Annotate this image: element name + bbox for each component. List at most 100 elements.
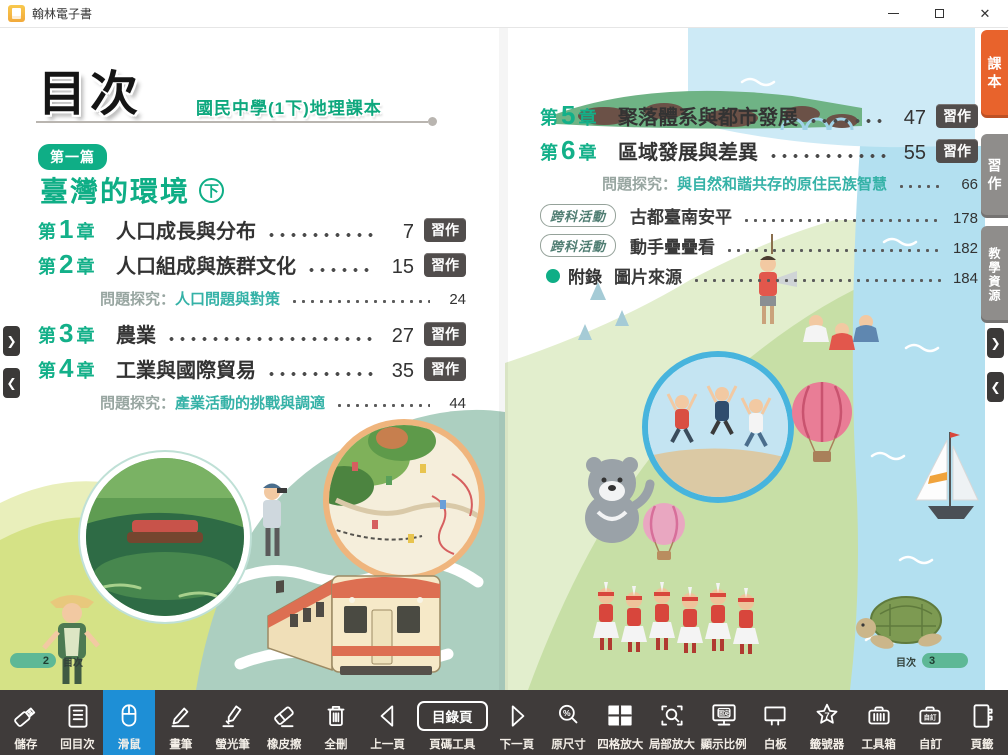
window-controls: ✕ [870, 0, 1008, 28]
toc-entry-chapter-4[interactable]: 第4章 工業與國際貿易 35 習作 [38, 353, 466, 384]
zoom-percent-icon: % [554, 697, 584, 735]
tool-prev-page[interactable]: 上一頁 [362, 690, 414, 755]
tab-workbook[interactable]: 習作 [981, 134, 1008, 218]
tab-teaching-resources[interactable]: 教學資源 [981, 226, 1008, 323]
toc-entry-chapter-5[interactable]: 第5章 聚落體系與都市發展 47 習作 [540, 100, 978, 131]
leader-dots [166, 337, 374, 341]
workbook-badge[interactable]: 習作 [424, 253, 466, 277]
tool-back-to-toc[interactable]: 回目次 [52, 690, 104, 755]
leader-dots [808, 119, 886, 123]
usb-save-icon [11, 697, 41, 735]
page-tab-icon [967, 697, 997, 735]
custom-box-icon: 自訂 [915, 697, 945, 735]
page-number: 35 [382, 360, 414, 383]
whiteboard-icon [760, 697, 790, 735]
leader-dots [306, 268, 374, 272]
toc-entry-inquiry[interactable]: 問題探究： 人口問題與對策 24 [38, 288, 466, 309]
inquiry-label: 問題探究： [100, 392, 175, 413]
app-logo-icon [8, 5, 25, 22]
tool-toolbox[interactable]: 工具箱 [853, 690, 905, 755]
title-divider-dot [428, 117, 437, 126]
tool-save[interactable]: 儲存 [0, 690, 52, 755]
leader-dots [742, 219, 942, 222]
window-title: 翰林電子書 [32, 5, 92, 22]
page-number: 15 [382, 256, 414, 279]
tab-coursebook[interactable]: 課本 [981, 30, 1008, 118]
toc-entry-inquiry[interactable]: 問題探究： 與自然和諧共存的原住民族智慧 66 [540, 173, 978, 194]
workbook-badge[interactable]: 習作 [424, 218, 466, 242]
trash-icon [321, 697, 351, 735]
left-page-indicator-label: 目次 [63, 654, 83, 669]
quad-zoom-icon [605, 697, 635, 735]
tool-mouse[interactable]: 滑鼠 [103, 690, 155, 755]
jump-photo-circle [645, 354, 791, 500]
toc-entry-chapter-2[interactable]: 第2章 人口組成與族群文化 15 習作 [38, 249, 466, 280]
minimize-icon[interactable] [870, 0, 916, 28]
left-edge-forward-arrow[interactable]: ❯ [3, 326, 20, 356]
tool-original-size[interactable]: % 原尺寸 [543, 690, 595, 755]
close-icon[interactable]: ✕ [962, 0, 1008, 28]
leader-dots [335, 404, 430, 407]
tool-quad-zoom[interactable]: 四格放大 [594, 690, 646, 755]
right-edge-back-arrow[interactable]: ❮ [987, 372, 1004, 402]
highlighter-icon [218, 697, 248, 735]
tool-page-number[interactable]: 目錄頁 頁碼工具 [414, 690, 492, 755]
page-number: 24 [438, 291, 466, 308]
tool-whiteboard[interactable]: 白板 [749, 690, 801, 755]
eraser-icon [269, 697, 299, 735]
tool-display-scale[interactable]: 固定 顯示比例 [698, 690, 750, 755]
prev-triangle-icon [373, 697, 403, 735]
part-badge: 第一篇 [38, 144, 107, 170]
page-number: 44 [438, 395, 466, 412]
workbook-badge[interactable]: 習作 [424, 357, 466, 381]
page-number: 182 [950, 240, 978, 257]
toc-entry-inquiry[interactable]: 問題探究： 產業活動的挑戰與調適 44 [38, 392, 466, 413]
tool-delete-all[interactable]: 全刪 [310, 690, 362, 755]
chapter-title: 區域發展與差異 [618, 136, 758, 165]
inquiry-label: 問題探究： [100, 288, 175, 309]
right-edge-forward-arrow[interactable]: ❯ [987, 328, 1004, 358]
tool-number-picker[interactable]: 7 籤號器 [801, 690, 853, 755]
leader-dots [725, 249, 942, 252]
mouse-icon [114, 697, 144, 735]
title-divider [36, 121, 428, 123]
page-number: 7 [382, 221, 414, 244]
chapter-title: 人口組成與族群文化 [116, 250, 296, 279]
tool-pen[interactable]: 畫筆 [155, 690, 207, 755]
workbook-badge[interactable]: 習作 [424, 322, 466, 346]
tool-custom[interactable]: 自訂 自訂 [905, 690, 957, 755]
toc-entry-chapter-6[interactable]: 第6章 區域發展與差異 55 習作 [540, 135, 978, 166]
tool-area-zoom[interactable]: 局部放大 [646, 690, 698, 755]
toc-entry-activity[interactable]: 跨科活動 動手疊疊看 182 [540, 233, 978, 258]
chapter-title: 人口成長與分布 [116, 215, 256, 244]
svg-text:%: % [563, 708, 571, 718]
tool-eraser[interactable]: 橡皮擦 [258, 690, 310, 755]
left-page-indicator: 2 [10, 653, 56, 668]
page-number: 27 [382, 325, 414, 348]
left-edge-back-arrow[interactable]: ❮ [3, 368, 20, 398]
tool-next-page[interactable]: 下一頁 [491, 690, 543, 755]
bottom-toolbar: 儲存 回目次 滑鼠 畫筆 螢光筆 橡皮擦 全刪 上一頁 [0, 690, 1008, 755]
book-spread: 目次 國民中學(1下)地理課本 第一篇 臺灣的環境 下 第1章 人口成長與分布 … [0, 28, 1008, 690]
section-title: 臺灣的環境 下 [40, 170, 224, 210]
tool-highlighter[interactable]: 螢光筆 [207, 690, 259, 755]
ebook-app-window: 翰林電子書 ✕ [0, 0, 1008, 755]
inquiry-title: 人口問題與對策 [175, 288, 280, 309]
toc-entry-chapter-1[interactable]: 第1章 人口成長與分布 7 習作 [38, 214, 466, 245]
workbook-badge[interactable]: 習作 [936, 104, 978, 128]
boat-photo-circle [79, 451, 251, 623]
toc-entry-appendix[interactable]: 附錄 圖片來源 184 [540, 263, 978, 288]
leader-dots [692, 279, 942, 282]
toc-entry-chapter-3[interactable]: 第3章 農業 27 習作 [38, 318, 466, 349]
workbook-badge[interactable]: 習作 [936, 139, 978, 163]
chapter-title: 農業 [116, 319, 156, 348]
inquiry-title: 產業活動的挑戰與調適 [175, 392, 325, 413]
svg-text:固定: 固定 [718, 709, 730, 717]
maximize-icon[interactable] [916, 0, 962, 28]
page-number-button[interactable]: 目錄頁 [417, 697, 488, 735]
toc-entry-activity[interactable]: 跨科活動 古都臺南安平 178 [540, 203, 978, 228]
chapter-title: 聚落體系與都市發展 [618, 101, 798, 130]
tool-page-tabs[interactable]: 頁籤 [956, 690, 1008, 755]
title-bar: 翰林電子書 ✕ [0, 0, 1008, 28]
page-number: 178 [950, 210, 978, 227]
